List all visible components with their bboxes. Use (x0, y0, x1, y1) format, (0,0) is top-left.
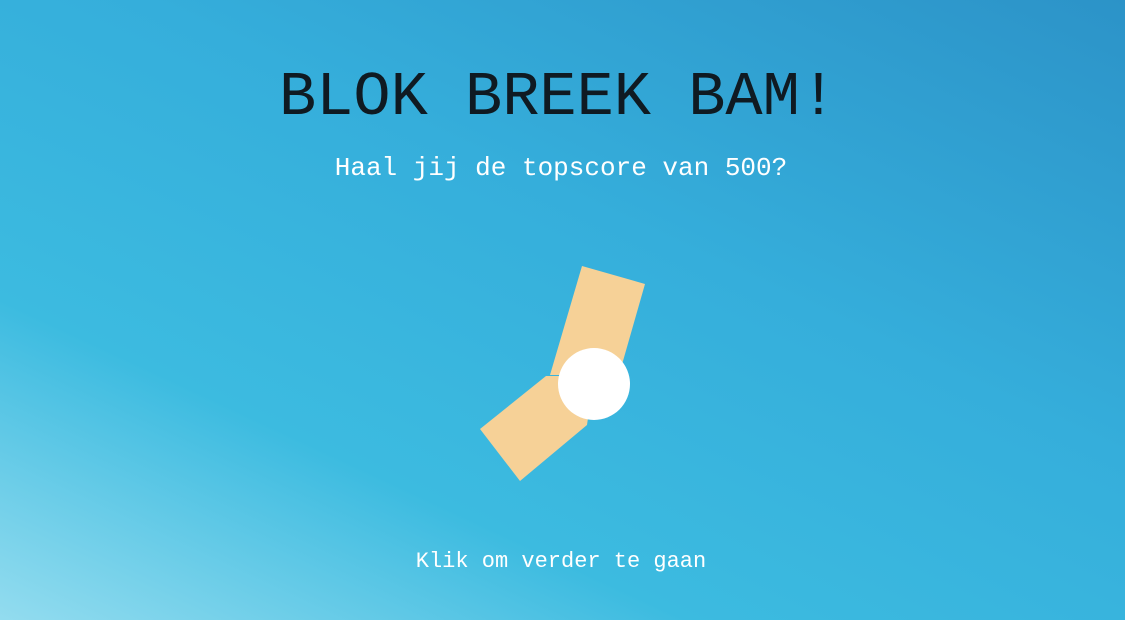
ball (558, 348, 630, 420)
tilted-block-upper (550, 266, 645, 375)
game-title: BLOK BREEK BAM! (278, 62, 838, 133)
game-subtitle: Haal jij de topscore van 500? (334, 153, 788, 183)
start-screen[interactable]: BLOK BREEK BAM! Haal jij de topscore van… (0, 0, 1125, 620)
continue-prompt[interactable]: Klik om verder te gaan (0, 547, 1122, 577)
tilted-block-lower (480, 376, 594, 481)
